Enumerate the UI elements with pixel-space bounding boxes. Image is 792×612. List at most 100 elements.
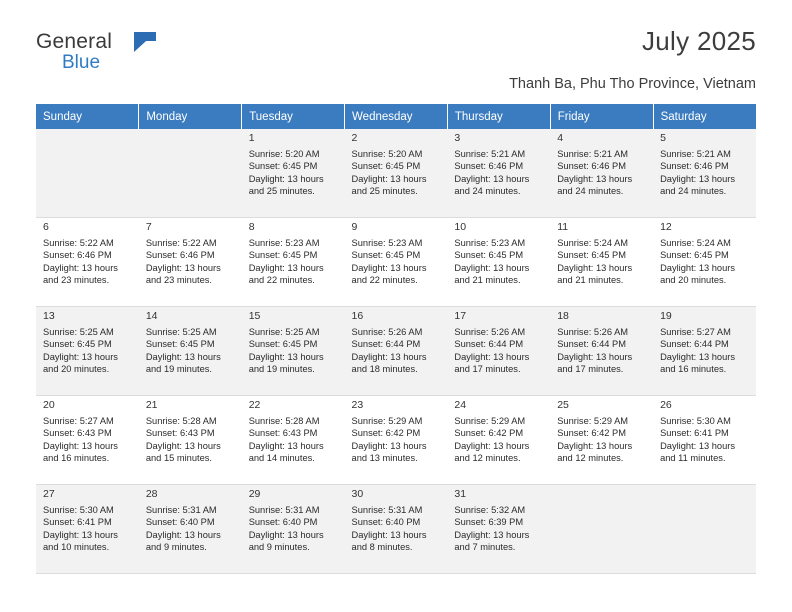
daylight-text-line2: and 16 minutes. [660,364,727,375]
sunrise-text: Sunrise: 5:21 AM [660,148,731,159]
weekday-header-sunday: Sunday [36,104,140,129]
sunset-text: Sunset: 6:45 PM [454,250,524,261]
calendar-day-cell[interactable]: 31 Sunrise: 5:32 AM Sunset: 6:39 PM Dayligh… [447,484,551,574]
day-details: Sunrise: 5:29 AM Sunset: 6:42 PM Daylight:… [352,415,443,465]
sunrise-text: Sunrise: 5:32 AM [454,504,526,515]
sunset-text: Sunset: 6:43 PM [145,428,215,439]
weekday-header-thursday: Thursday [447,104,551,129]
calendar-day-cell[interactable]: 5 Sunrise: 5:21 AM Sunset: 6:46 PM Daylight… [653,129,756,218]
calendar-day-cell[interactable]: 21 Sunrise: 5:28 AM Sunset: 6:43 PM Dayligh… [138,395,242,485]
day-details: Sunrise: 5:25 AM Sunset: 6:45 PM Daylight:… [146,326,237,376]
calendar-day-cell[interactable]: 23 Sunrise: 5:29 AM Sunset: 6:42 PM Dayligh… [344,395,448,485]
sunrise-text: Sunrise: 5:31 AM [145,504,217,515]
calendar-day-cell[interactable]: 10 Sunrise: 5:23 AM Sunset: 6:45 PM Dayligh… [447,217,551,307]
page-subtitle: Thanh Ba, Phu Tho Province, Vietnam [509,76,756,92]
daylight-text-line1: Daylight: 13 hours [145,440,221,451]
calendar-week-row: 6 Sunrise: 5:22 AM Sunset: 6:46 PM Daylight… [36,217,756,307]
calendar-day-cell[interactable]: 27 Sunrise: 5:30 AM Sunset: 6:41 PM Dayligh… [36,484,139,574]
sunset-text: Sunset: 6:45 PM [660,250,729,261]
calendar-cell-empty [138,129,242,218]
daylight-text-line1: Daylight: 13 hours [454,529,530,540]
sunset-text: Sunset: 6:40 PM [351,517,421,528]
calendar-week-row: 27 Sunrise: 5:30 AM Sunset: 6:41 PM Dayligh… [36,484,756,574]
calendar-day-cell[interactable]: 20 Sunrise: 5:27 AM Sunset: 6:43 PM Dayligh… [36,395,139,485]
sunset-text: Sunset: 6:41 PM [43,517,112,528]
day-number: 24 [454,399,467,411]
day-number: 6 [43,221,49,233]
calendar-day-cell[interactable]: 3 Sunrise: 5:21 AM Sunset: 6:46 PM Daylight… [447,129,551,218]
day-details: Sunrise: 5:30 AM Sunset: 6:41 PM Daylight:… [43,504,134,554]
calendar-week-row: 1 Sunrise: 5:20 AM Sunset: 6:45 PM Daylight… [36,129,756,218]
daylight-text-line2: and 17 minutes. [454,364,521,375]
calendar-day-cell[interactable]: 14 Sunrise: 5:25 AM Sunset: 6:45 PM Dayligh… [138,306,242,396]
sunset-text: Sunset: 6:42 PM [351,428,421,439]
sunrise-text: Sunrise: 5:29 AM [454,415,526,426]
calendar-day-cell[interactable]: 22 Sunrise: 5:28 AM Sunset: 6:43 PM Dayligh… [241,395,345,485]
daylight-text-line2: and 25 minutes. [351,186,418,197]
sunrise-text: Sunrise: 5:28 AM [248,415,320,426]
sunrise-text: Sunrise: 5:31 AM [351,504,423,515]
calendar-day-cell[interactable]: 1 Sunrise: 5:20 AM Sunset: 6:45 PM Daylight… [241,129,345,218]
day-details: Sunrise: 5:23 AM Sunset: 6:45 PM Daylight:… [249,237,340,287]
sunrise-text: Sunrise: 5:28 AM [145,415,217,426]
calendar-day-cell[interactable]: 2 Sunrise: 5:20 AM Sunset: 6:45 PM Daylight… [344,129,448,218]
calendar-day-cell[interactable]: 8 Sunrise: 5:23 AM Sunset: 6:45 PM Daylight… [241,217,345,307]
calendar-day-cell[interactable]: 26 Sunrise: 5:30 AM Sunset: 6:41 PM Dayligh… [653,395,756,485]
calendar-day-cell[interactable]: 17 Sunrise: 5:26 AM Sunset: 6:44 PM Dayligh… [447,306,551,396]
day-number: 28 [145,488,158,500]
daylight-text-line2: and 7 minutes. [454,542,516,553]
day-number: 3 [454,132,461,144]
logo-word-blue: Blue [62,52,101,73]
sunrise-text: Sunrise: 5:23 AM [454,237,526,248]
day-number: 17 [454,310,467,322]
calendar-day-cell[interactable]: 19 Sunrise: 5:27 AM Sunset: 6:44 PM Dayligh… [653,306,756,396]
daylight-text-line2: and 13 minutes. [351,453,418,464]
daylight-text-line2: and 24 minutes. [454,186,521,197]
calendar-body: 1 Sunrise: 5:20 AM Sunset: 6:45 PM Daylight… [36,129,756,574]
page-header: General Blue July 2025 Thanh Ba, Phu Tho… [36,0,756,92]
day-details: Sunrise: 5:27 AM Sunset: 6:44 PM Daylight:… [660,326,751,376]
sunrise-text: Sunrise: 5:29 AM [557,415,629,426]
daylight-text-line1: Daylight: 13 hours [248,351,324,362]
sunrise-text: Sunrise: 5:30 AM [660,415,731,426]
day-number: 7 [145,221,152,233]
calendar-day-cell[interactable]: 4 Sunrise: 5:21 AM Sunset: 6:46 PM Daylight… [550,129,654,218]
calendar-day-cell[interactable]: 28 Sunrise: 5:31 AM Sunset: 6:40 PM Dayligh… [138,484,242,574]
day-number: 9 [351,221,358,233]
day-details: Sunrise: 5:29 AM Sunset: 6:42 PM Daylight:… [557,415,648,465]
calendar-day-cell[interactable]: 15 Sunrise: 5:25 AM Sunset: 6:45 PM Dayligh… [241,306,345,396]
day-details: Sunrise: 5:31 AM Sunset: 6:40 PM Daylight:… [249,504,340,554]
calendar-day-cell[interactable]: 7 Sunrise: 5:22 AM Sunset: 6:46 PM Daylight… [138,217,242,307]
calendar-day-cell[interactable]: 6 Sunrise: 5:22 AM Sunset: 6:46 PM Daylight… [36,217,139,307]
day-details: Sunrise: 5:30 AM Sunset: 6:41 PM Daylight:… [660,415,751,465]
sunset-text: Sunset: 6:46 PM [660,161,729,172]
weekday-header-wednesday: Wednesday [344,104,448,129]
calendar-day-cell[interactable]: 12 Sunrise: 5:24 AM Sunset: 6:45 PM Dayligh… [653,217,756,307]
daylight-text-line1: Daylight: 13 hours [557,351,633,362]
daylight-text-line2: and 24 minutes. [660,186,727,197]
day-details: Sunrise: 5:23 AM Sunset: 6:45 PM Daylight:… [352,237,443,287]
sunset-text: Sunset: 6:44 PM [454,339,524,350]
calendar-day-cell[interactable]: 13 Sunrise: 5:25 AM Sunset: 6:45 PM Dayligh… [36,306,139,396]
sunrise-text: Sunrise: 5:25 AM [43,326,114,337]
daylight-text-line1: Daylight: 13 hours [248,262,324,273]
calendar-day-cell[interactable]: 18 Sunrise: 5:26 AM Sunset: 6:44 PM Dayligh… [550,306,654,396]
day-number: 26 [660,399,672,411]
calendar-day-cell[interactable]: 24 Sunrise: 5:29 AM Sunset: 6:42 PM Dayligh… [447,395,551,485]
day-number: 30 [351,488,364,500]
calendar-day-cell[interactable]: 11 Sunrise: 5:24 AM Sunset: 6:45 PM Dayligh… [550,217,654,307]
daylight-text-line2: and 12 minutes. [454,453,521,464]
calendar-day-cell[interactable]: 30 Sunrise: 5:31 AM Sunset: 6:40 PM Dayligh… [344,484,448,574]
calendar-day-cell[interactable]: 25 Sunrise: 5:29 AM Sunset: 6:42 PM Dayligh… [550,395,654,485]
daylight-text-line2: and 9 minutes. [248,542,310,553]
day-number: 15 [248,310,261,322]
daylight-text-line1: Daylight: 13 hours [557,173,633,184]
daylight-text-line2: and 16 minutes. [43,453,110,464]
sunset-text: Sunset: 6:45 PM [145,339,215,350]
daylight-text-line1: Daylight: 13 hours [43,529,118,540]
day-details: Sunrise: 5:25 AM Sunset: 6:45 PM Daylight:… [249,326,340,376]
day-number: 20 [43,399,55,411]
calendar-day-cell[interactable]: 29 Sunrise: 5:31 AM Sunset: 6:40 PM Dayligh… [241,484,345,574]
calendar-day-cell[interactable]: 16 Sunrise: 5:26 AM Sunset: 6:44 PM Dayligh… [344,306,448,396]
calendar-day-cell[interactable]: 9 Sunrise: 5:23 AM Sunset: 6:45 PM Daylight… [344,217,448,307]
